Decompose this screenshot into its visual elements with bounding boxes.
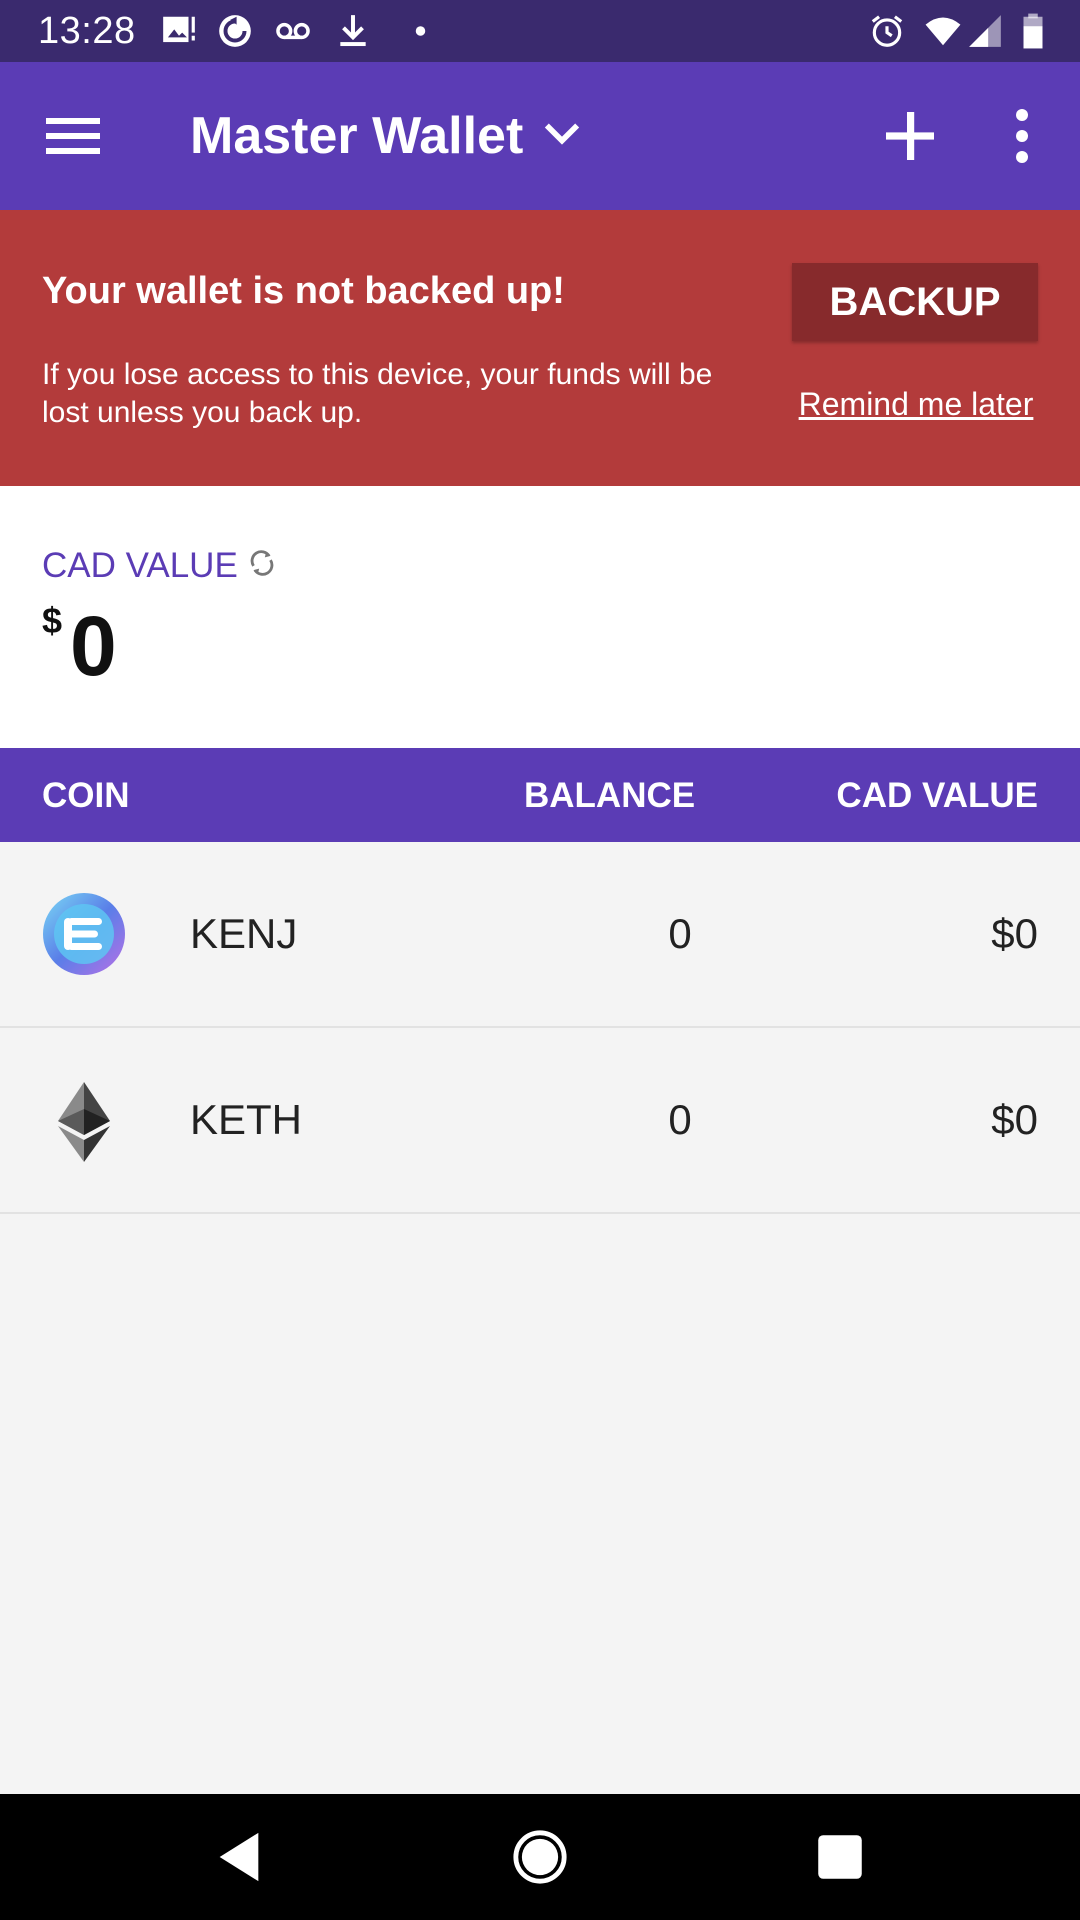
coin-table-header: COIN BALANCE CAD VALUE [0,748,1080,842]
refresh-icon[interactable] [245,546,279,580]
remind-me-later-link[interactable]: Remind me later [798,386,1034,423]
back-icon[interactable] [210,1828,268,1886]
coin-cad-value: $0 [991,1096,1038,1143]
add-icon[interactable] [874,100,946,172]
system-nav-bar [0,1794,1080,1920]
recents-icon[interactable] [811,1828,869,1886]
currency-symbol: $ [42,600,63,641]
coin-row[interactable]: KENJ 0 $0 [0,842,1080,1028]
download-icon [340,15,366,47]
ethereum-icon [58,1082,110,1162]
backup-warning-title: Your wallet is not backed up! [42,270,565,312]
signal-icon [969,15,1001,47]
total-value-amount: 0 [70,599,117,693]
home-icon[interactable] [511,1828,569,1886]
backup-warning-banner: Your wallet is not backed up! If you los… [0,210,1080,486]
coin-name: KENJ [190,910,298,957]
alarm-icon [871,15,903,47]
backup-button[interactable]: BACKUP [792,263,1038,341]
sync-icon [219,15,251,47]
battery-icon [1023,13,1043,49]
coin-balance: 0 [668,910,692,957]
dot-icon [415,26,426,36]
app-bar: Master Wallet [0,62,1080,210]
menu-icon[interactable] [37,100,109,172]
header-cad-value: CAD VALUE [836,776,1038,815]
coin-cad-value: $0 [991,910,1038,957]
total-value-label: CAD VALUE [42,546,238,585]
header-coin: COIN [42,776,130,815]
image-alert-icon [163,16,195,43]
status-bar: 13:28 [0,0,1080,62]
wifi-icon [925,17,961,46]
chevron-down-icon[interactable] [536,106,588,158]
header-balance: BALANCE [524,776,696,815]
total-value-card: CAD VALUE $ 0 [0,486,1080,748]
coin-balance: 0 [668,1096,692,1143]
wallet-title[interactable]: Master Wallet [190,106,523,166]
backup-warning-message: If you lose access to this device, your … [42,358,713,429]
more-vert-icon[interactable] [986,100,1058,172]
enjin-coin-icon [43,893,125,975]
coin-row[interactable]: KETH 0 $0 [0,1028,1080,1214]
status-time: 13:28 [38,10,136,52]
coin-name: KETH [190,1096,303,1143]
voicemail-icon [276,22,310,40]
